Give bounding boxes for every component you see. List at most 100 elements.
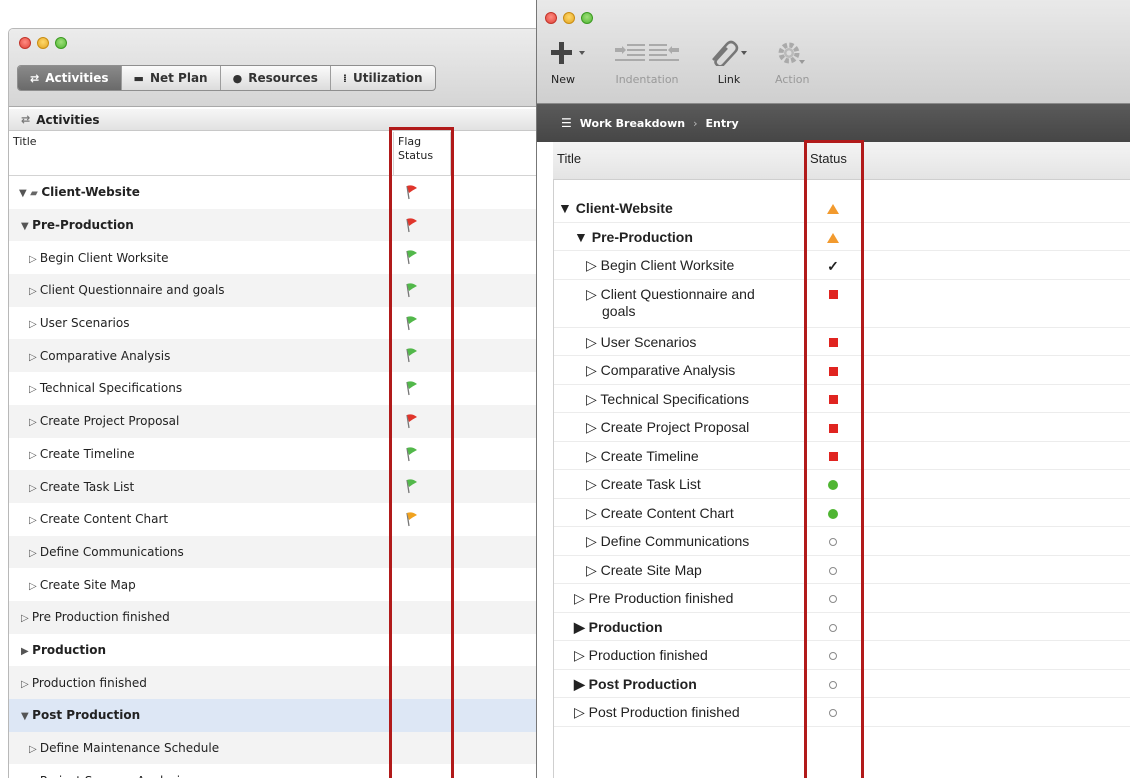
disclosure-triangle-icon[interactable]: ▷: [21, 613, 32, 624]
new-button[interactable]: New: [551, 40, 591, 86]
disclosure-triangle-icon[interactable]: ▶: [21, 646, 32, 657]
outline-row[interactable]: ▷ Pre Production finished: [9, 600, 539, 634]
disclosure-triangle-icon[interactable]: ▷: [29, 548, 40, 559]
outline-row[interactable]: ▷ Begin Client Worksite: [9, 241, 539, 275]
zoom-button[interactable]: [55, 37, 67, 49]
disclosure-triangle-icon[interactable]: ▷: [29, 417, 40, 428]
close-button[interactable]: [19, 37, 31, 49]
disclosure-triangle-icon[interactable]: ▷: [29, 581, 40, 592]
outline-row[interactable]: ▼ Pre-Production: [9, 208, 539, 242]
outline-row[interactable]: ▼ Post Production: [9, 699, 539, 732]
flag-icon[interactable]: [404, 217, 420, 233]
outline-row[interactable]: ▷ Technical Specifications: [9, 372, 539, 405]
disclosure-triangle-icon[interactable]: ▷: [586, 391, 600, 407]
disclosure-triangle-icon[interactable]: ▶: [574, 676, 589, 692]
outline-row[interactable]: ▷ Create Project Proposal: [9, 404, 539, 438]
flag-icon[interactable]: [404, 511, 420, 527]
outline-row[interactable]: ▷ Client Questionnaire and goals: [554, 280, 1130, 328]
disclosure-triangle-icon[interactable]: ▷: [29, 483, 40, 494]
flag-icon[interactable]: [404, 282, 420, 298]
title-column-header[interactable]: Title: [13, 135, 37, 148]
outline-row[interactable]: ▷ Create Timeline: [554, 442, 1130, 470]
outline-row[interactable]: ▷ Project Success Analysis: [9, 764, 539, 778]
disclosure-triangle-icon[interactable]: ▷: [586, 505, 601, 521]
disclosure-triangle-icon[interactable]: ▷: [29, 515, 40, 526]
outline-row[interactable]: ▷ Create Site Map: [554, 556, 1130, 584]
breadcrumb-current[interactable]: Entry: [705, 117, 738, 130]
outline-row[interactable]: ▷ User Scenarios: [9, 306, 539, 340]
flag-icon[interactable]: [404, 446, 420, 462]
outline-row[interactable]: ▷ Define Maintenance Schedule: [9, 731, 539, 765]
disclosure-triangle-icon[interactable]: ▷: [586, 533, 601, 549]
outline-row[interactable]: ▷ Create Task List: [554, 470, 1130, 499]
disclosure-triangle-icon[interactable]: ▼: [21, 711, 32, 722]
outline-row[interactable]: ▷ Technical Specifications: [554, 385, 1130, 413]
tab-net-plan[interactable]: ▬ Net Plan: [122, 66, 221, 90]
close-button[interactable]: [545, 12, 557, 24]
flag-icon[interactable]: [404, 347, 420, 363]
outline-row[interactable]: ▷ Comparative Analysis: [9, 339, 539, 373]
flag-icon[interactable]: [404, 249, 420, 265]
outline-row[interactable]: ▼ Pre-Production: [554, 223, 1130, 251]
disclosure-triangle-icon[interactable]: ▷: [586, 448, 601, 464]
flag-icon[interactable]: [404, 413, 420, 429]
minimize-button[interactable]: [563, 12, 575, 24]
outline-row[interactable]: ▷ Production finished: [554, 641, 1130, 670]
tab-utilization[interactable]: ⁞ Utilization: [331, 66, 435, 90]
disclosure-triangle-icon[interactable]: ▷: [29, 450, 40, 461]
outline-row[interactable]: ▶ Post Production: [554, 670, 1130, 698]
outline-row[interactable]: ▷ Production finished: [9, 666, 539, 699]
disclosure-triangle-icon[interactable]: ▷: [29, 744, 40, 755]
disclosure-triangle-icon[interactable]: ▷: [574, 704, 589, 720]
disclosure-triangle-icon[interactable]: ▷: [586, 476, 601, 492]
flag-icon[interactable]: [404, 184, 420, 200]
flag-icon[interactable]: [404, 478, 420, 494]
link-button[interactable]: Link: [707, 40, 751, 86]
disclosure-triangle-icon[interactable]: ▷: [21, 679, 32, 690]
zoom-button[interactable]: [581, 12, 593, 24]
outline-row[interactable]: ▷ Define Communications: [554, 527, 1130, 556]
breadcrumb-parent[interactable]: Work Breakdown: [580, 117, 685, 130]
disclosure-triangle-icon[interactable]: ▷: [574, 590, 589, 606]
indentation-control[interactable]: Indentation: [615, 40, 679, 86]
tab-activities[interactable]: ⇄ Activities: [18, 66, 122, 90]
outline-row[interactable]: ▷ Create Project Proposal: [554, 413, 1130, 442]
disclosure-triangle-icon[interactable]: ▷: [586, 257, 601, 273]
outline-row[interactable]: ▷ Create Timeline: [9, 437, 539, 471]
disclosure-triangle-icon[interactable]: ▼: [558, 200, 576, 216]
outline-row[interactable]: ▷ Post Production finished: [554, 698, 1130, 727]
outline-row[interactable]: ▷ Create Site Map: [9, 568, 539, 601]
disclosure-triangle-icon[interactable]: ▷: [29, 352, 40, 363]
outline-row[interactable]: ▷ Client Questionnaire and goals: [9, 274, 539, 307]
disclosure-triangle-icon[interactable]: ▷: [574, 647, 589, 663]
outline-row[interactable]: ▼ Client-Website: [554, 194, 1130, 223]
disclosure-triangle-icon[interactable]: ▷: [29, 384, 40, 395]
outline-row[interactable]: ▷ Create Task List: [9, 470, 539, 503]
outline-row[interactable]: ▷ Begin Client Worksite ✓: [554, 251, 1130, 280]
disclosure-triangle-icon[interactable]: ▷: [586, 334, 601, 350]
disclosure-triangle-icon[interactable]: ▷: [586, 286, 601, 302]
outline-row[interactable]: ▷ Pre Production finished: [554, 584, 1130, 613]
disclosure-triangle-icon[interactable]: ▶: [574, 619, 589, 635]
status-column-header[interactable]: Status: [805, 142, 863, 180]
flag-status-column-header[interactable]: Flag Status: [393, 132, 451, 176]
outline-row[interactable]: ▷ Define Communications: [9, 535, 539, 569]
disclosure-triangle-icon[interactable]: ▷: [586, 362, 601, 378]
outline-row[interactable]: ▷ Create Content Chart: [554, 499, 1130, 527]
disclosure-triangle-icon[interactable]: ▷: [29, 319, 40, 330]
disclosure-triangle-icon[interactable]: ▷: [29, 286, 40, 297]
disclosure-triangle-icon[interactable]: ▼: [21, 221, 32, 232]
disclosure-triangle-icon[interactable]: ▷: [586, 419, 601, 435]
tab-resources[interactable]: ● Resources: [221, 66, 331, 90]
outline-row[interactable]: ▷ User Scenarios: [554, 328, 1130, 356]
title-column-header[interactable]: Title: [557, 151, 581, 166]
disclosure-triangle-icon[interactable]: ▷: [29, 254, 40, 265]
flag-icon[interactable]: [404, 315, 420, 331]
outline-row[interactable]: ▷ Create Content Chart: [9, 502, 539, 536]
outline-row[interactable]: ▶ Production: [554, 613, 1130, 641]
flag-icon[interactable]: [404, 380, 420, 396]
disclosure-triangle-icon[interactable]: ▷: [586, 562, 601, 578]
outline-row[interactable]: ▷ Comparative Analysis: [554, 356, 1130, 385]
outline-row[interactable]: ▼ ▰ Client-Website: [9, 176, 539, 209]
minimize-button[interactable]: [37, 37, 49, 49]
